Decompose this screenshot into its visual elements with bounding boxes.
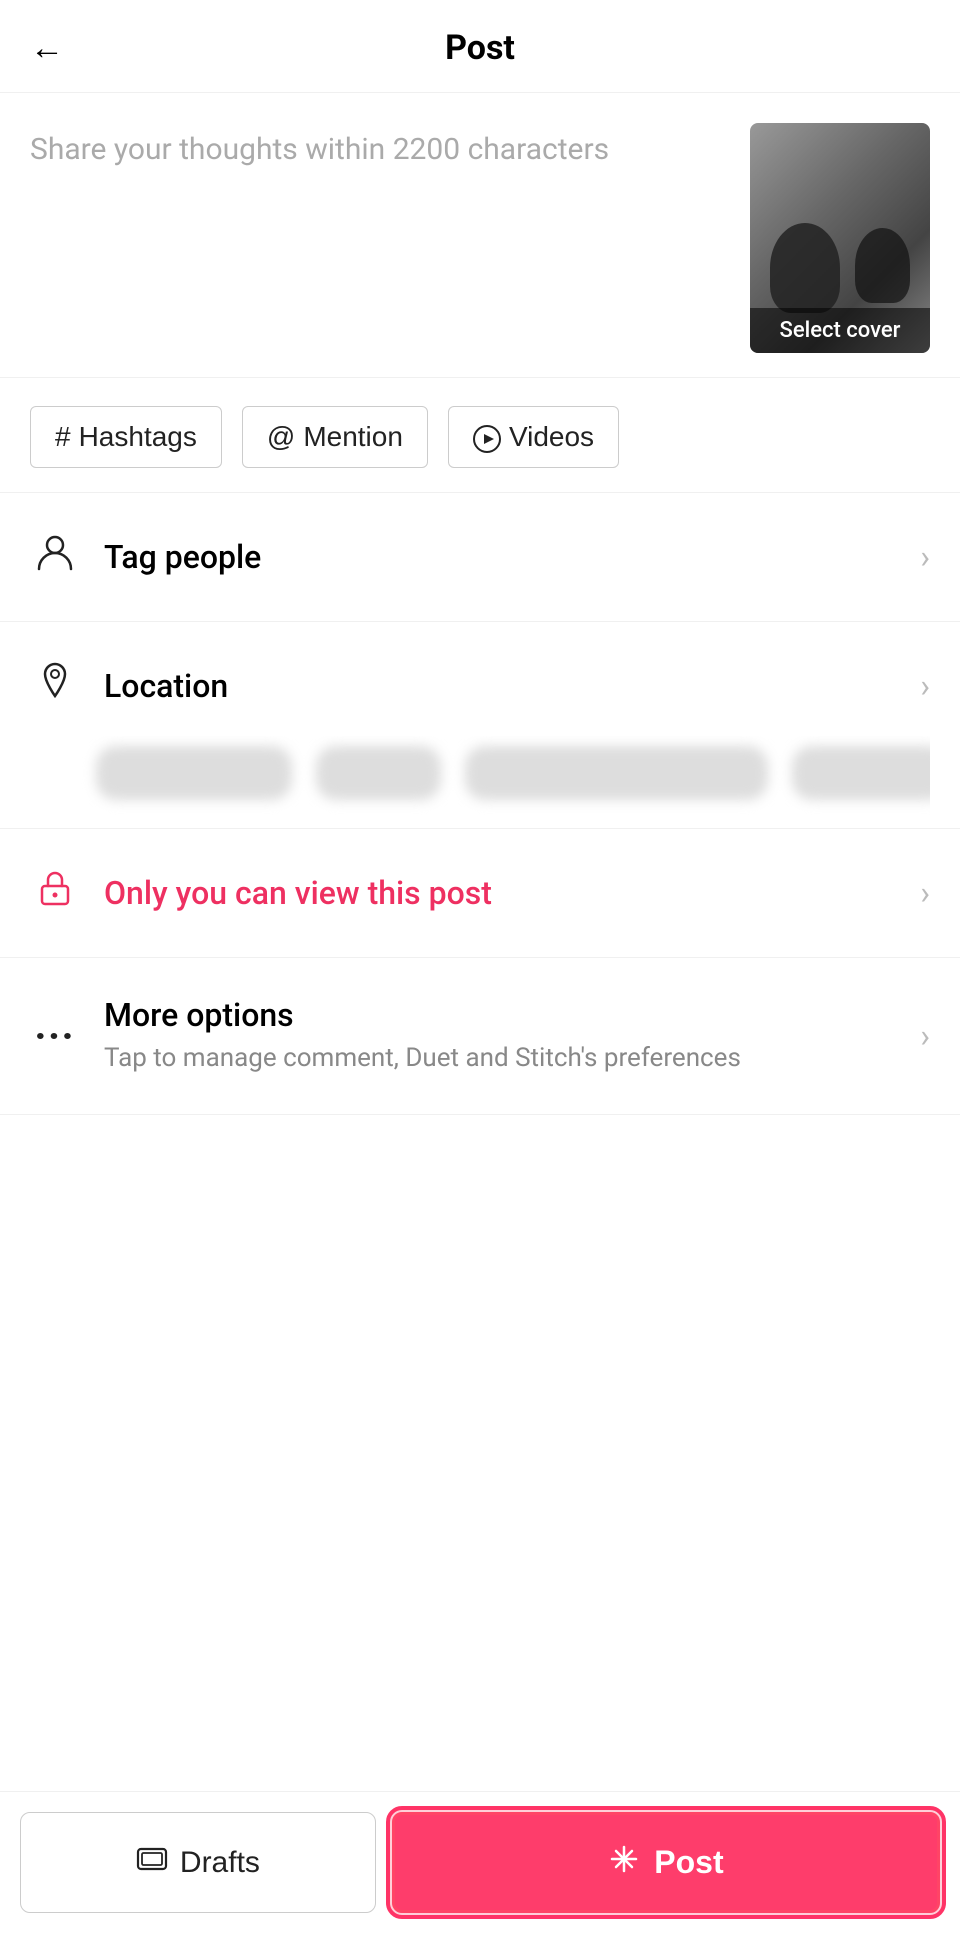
hashtags-button[interactable]: # Hashtags	[30, 406, 222, 468]
location-chip-4: Pakistan	[792, 746, 930, 800]
location-pin-icon	[30, 660, 80, 712]
caption-area: Share your thoughts within 2200 characte…	[0, 93, 960, 378]
post-icon	[608, 1843, 640, 1882]
location-content: Location	[104, 667, 896, 705]
menu-section: Tag people › Location › Ahmedabad Noida …	[0, 493, 960, 1115]
more-options-title: More options	[104, 996, 896, 1034]
tag-people-content: Tag people	[104, 538, 896, 576]
location-chips: Ahmedabad Noida Khyber Pakhtunkhw... Pak…	[30, 736, 930, 828]
privacy-arrow: ›	[920, 874, 930, 912]
tag-people-row[interactable]: Tag people ›	[0, 493, 960, 622]
drafts-button[interactable]: Drafts	[20, 1812, 376, 1913]
drafts-icon	[136, 1845, 168, 1880]
privacy-row[interactable]: Only you can view this post ›	[0, 829, 960, 958]
drafts-label: Drafts	[180, 1846, 260, 1880]
person-icon	[30, 531, 80, 583]
mention-icon: @	[267, 421, 295, 453]
hashtag-icon: #	[55, 421, 71, 453]
post-label: Post	[654, 1844, 723, 1881]
tags-row: # Hashtags @ Mention Videos	[0, 378, 960, 493]
mention-button[interactable]: @ Mention	[242, 406, 428, 468]
tag-people-arrow: ›	[920, 538, 930, 576]
hashtags-label: Hashtags	[79, 421, 197, 453]
lock-icon	[30, 867, 80, 919]
cover-thumbnail[interactable]: Select cover	[750, 123, 930, 353]
bottom-bar: Drafts Post	[0, 1791, 960, 1933]
more-options-icon: ···	[30, 1015, 80, 1057]
header: ← Post	[0, 0, 960, 93]
videos-icon	[473, 421, 501, 453]
videos-label: Videos	[509, 421, 594, 453]
mention-label: Mention	[303, 421, 403, 453]
location-chip-3: Khyber Pakhtunkhw...	[465, 746, 769, 800]
location-title: Location	[104, 667, 896, 705]
location-chip-2: Noida	[316, 746, 441, 800]
privacy-title: Only you can view this post	[104, 874, 896, 912]
privacy-content: Only you can view this post	[104, 874, 896, 912]
location-chip-1: Ahmedabad	[96, 746, 292, 800]
select-cover-label: Select cover	[750, 308, 930, 353]
videos-button[interactable]: Videos	[448, 406, 619, 468]
back-button[interactable]: ←	[30, 31, 64, 65]
tag-people-title: Tag people	[104, 538, 896, 576]
more-options-row[interactable]: ··· More options Tap to manage comment, …	[0, 958, 960, 1114]
more-options-content: More options Tap to manage comment, Duet…	[104, 996, 896, 1076]
post-button[interactable]: Post	[392, 1812, 940, 1913]
location-arrow: ›	[920, 667, 930, 705]
more-options-subtitle: Tap to manage comment, Duet and Stitch's…	[104, 1040, 896, 1076]
location-row[interactable]: Location › Ahmedabad Noida Khyber Pakhtu…	[0, 622, 960, 829]
page-title: Post	[445, 28, 515, 68]
more-options-arrow: ›	[920, 1017, 930, 1055]
caption-input[interactable]: Share your thoughts within 2200 characte…	[30, 123, 730, 353]
